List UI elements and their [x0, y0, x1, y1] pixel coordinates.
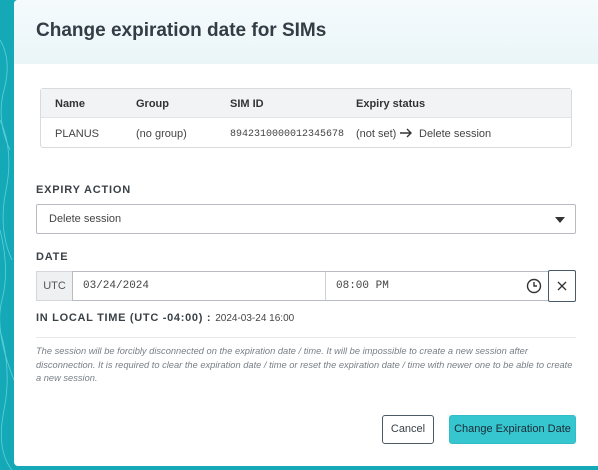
timezone-addon: UTC	[36, 271, 72, 301]
local-time-value: 2024-03-24 16:00	[215, 313, 295, 324]
expiry-from-cell: (not set)	[356, 128, 397, 140]
expiry-to-cell: Delete session	[419, 128, 492, 140]
time-input-value: 08:00 PM	[336, 280, 389, 292]
sim-name-cell: PLANUS	[55, 128, 100, 140]
table-header-row: Name Group SIM ID Expiry status	[41, 89, 571, 118]
time-input[interactable]: 08:00 PM	[325, 271, 549, 301]
clock-icon[interactable]	[526, 278, 542, 294]
column-header-sim-id: SIM ID	[230, 98, 264, 110]
dialog-header: Change expiration date for SIMs	[14, 0, 598, 64]
date-label: DATE	[36, 251, 69, 263]
expiration-note: The session will be forcibly disconnecte…	[36, 346, 573, 383]
sim-id-cell: 8942310000012345678	[230, 129, 345, 140]
clear-date-button[interactable]	[548, 270, 576, 302]
expiry-action-value: Delete session	[49, 213, 122, 225]
date-input-value: 03/24/2024	[83, 280, 150, 292]
caret-down-icon	[555, 217, 565, 223]
column-header-expiry-status: Expiry status	[356, 98, 426, 110]
column-header-name: Name	[55, 98, 85, 110]
column-header-group: Group	[136, 98, 169, 110]
local-time-label: IN LOCAL TIME (UTC -04:00) :	[36, 312, 212, 324]
expiry-action-select[interactable]: Delete session	[36, 204, 576, 234]
cancel-button[interactable]: Cancel	[382, 415, 434, 444]
arrow-right-icon	[400, 128, 412, 138]
change-expiration-date-button[interactable]: Change Expiration Date	[449, 415, 576, 444]
close-icon	[557, 281, 567, 291]
change-expiration-dialog: Change expiration date for SIMs Name Gro…	[14, 0, 598, 466]
dialog-title: Change expiration date for SIMs	[36, 20, 327, 41]
local-time-row: IN LOCAL TIME (UTC -04:00) :2024-03-24 1…	[36, 312, 294, 324]
sim-table: Name Group SIM ID Expiry status PLANUS (…	[40, 88, 572, 148]
date-input[interactable]: 03/24/2024	[72, 271, 326, 301]
sim-group-cell: (no group)	[136, 128, 187, 140]
divider	[36, 337, 576, 338]
expiry-action-label: EXPIRY ACTION	[36, 184, 131, 196]
